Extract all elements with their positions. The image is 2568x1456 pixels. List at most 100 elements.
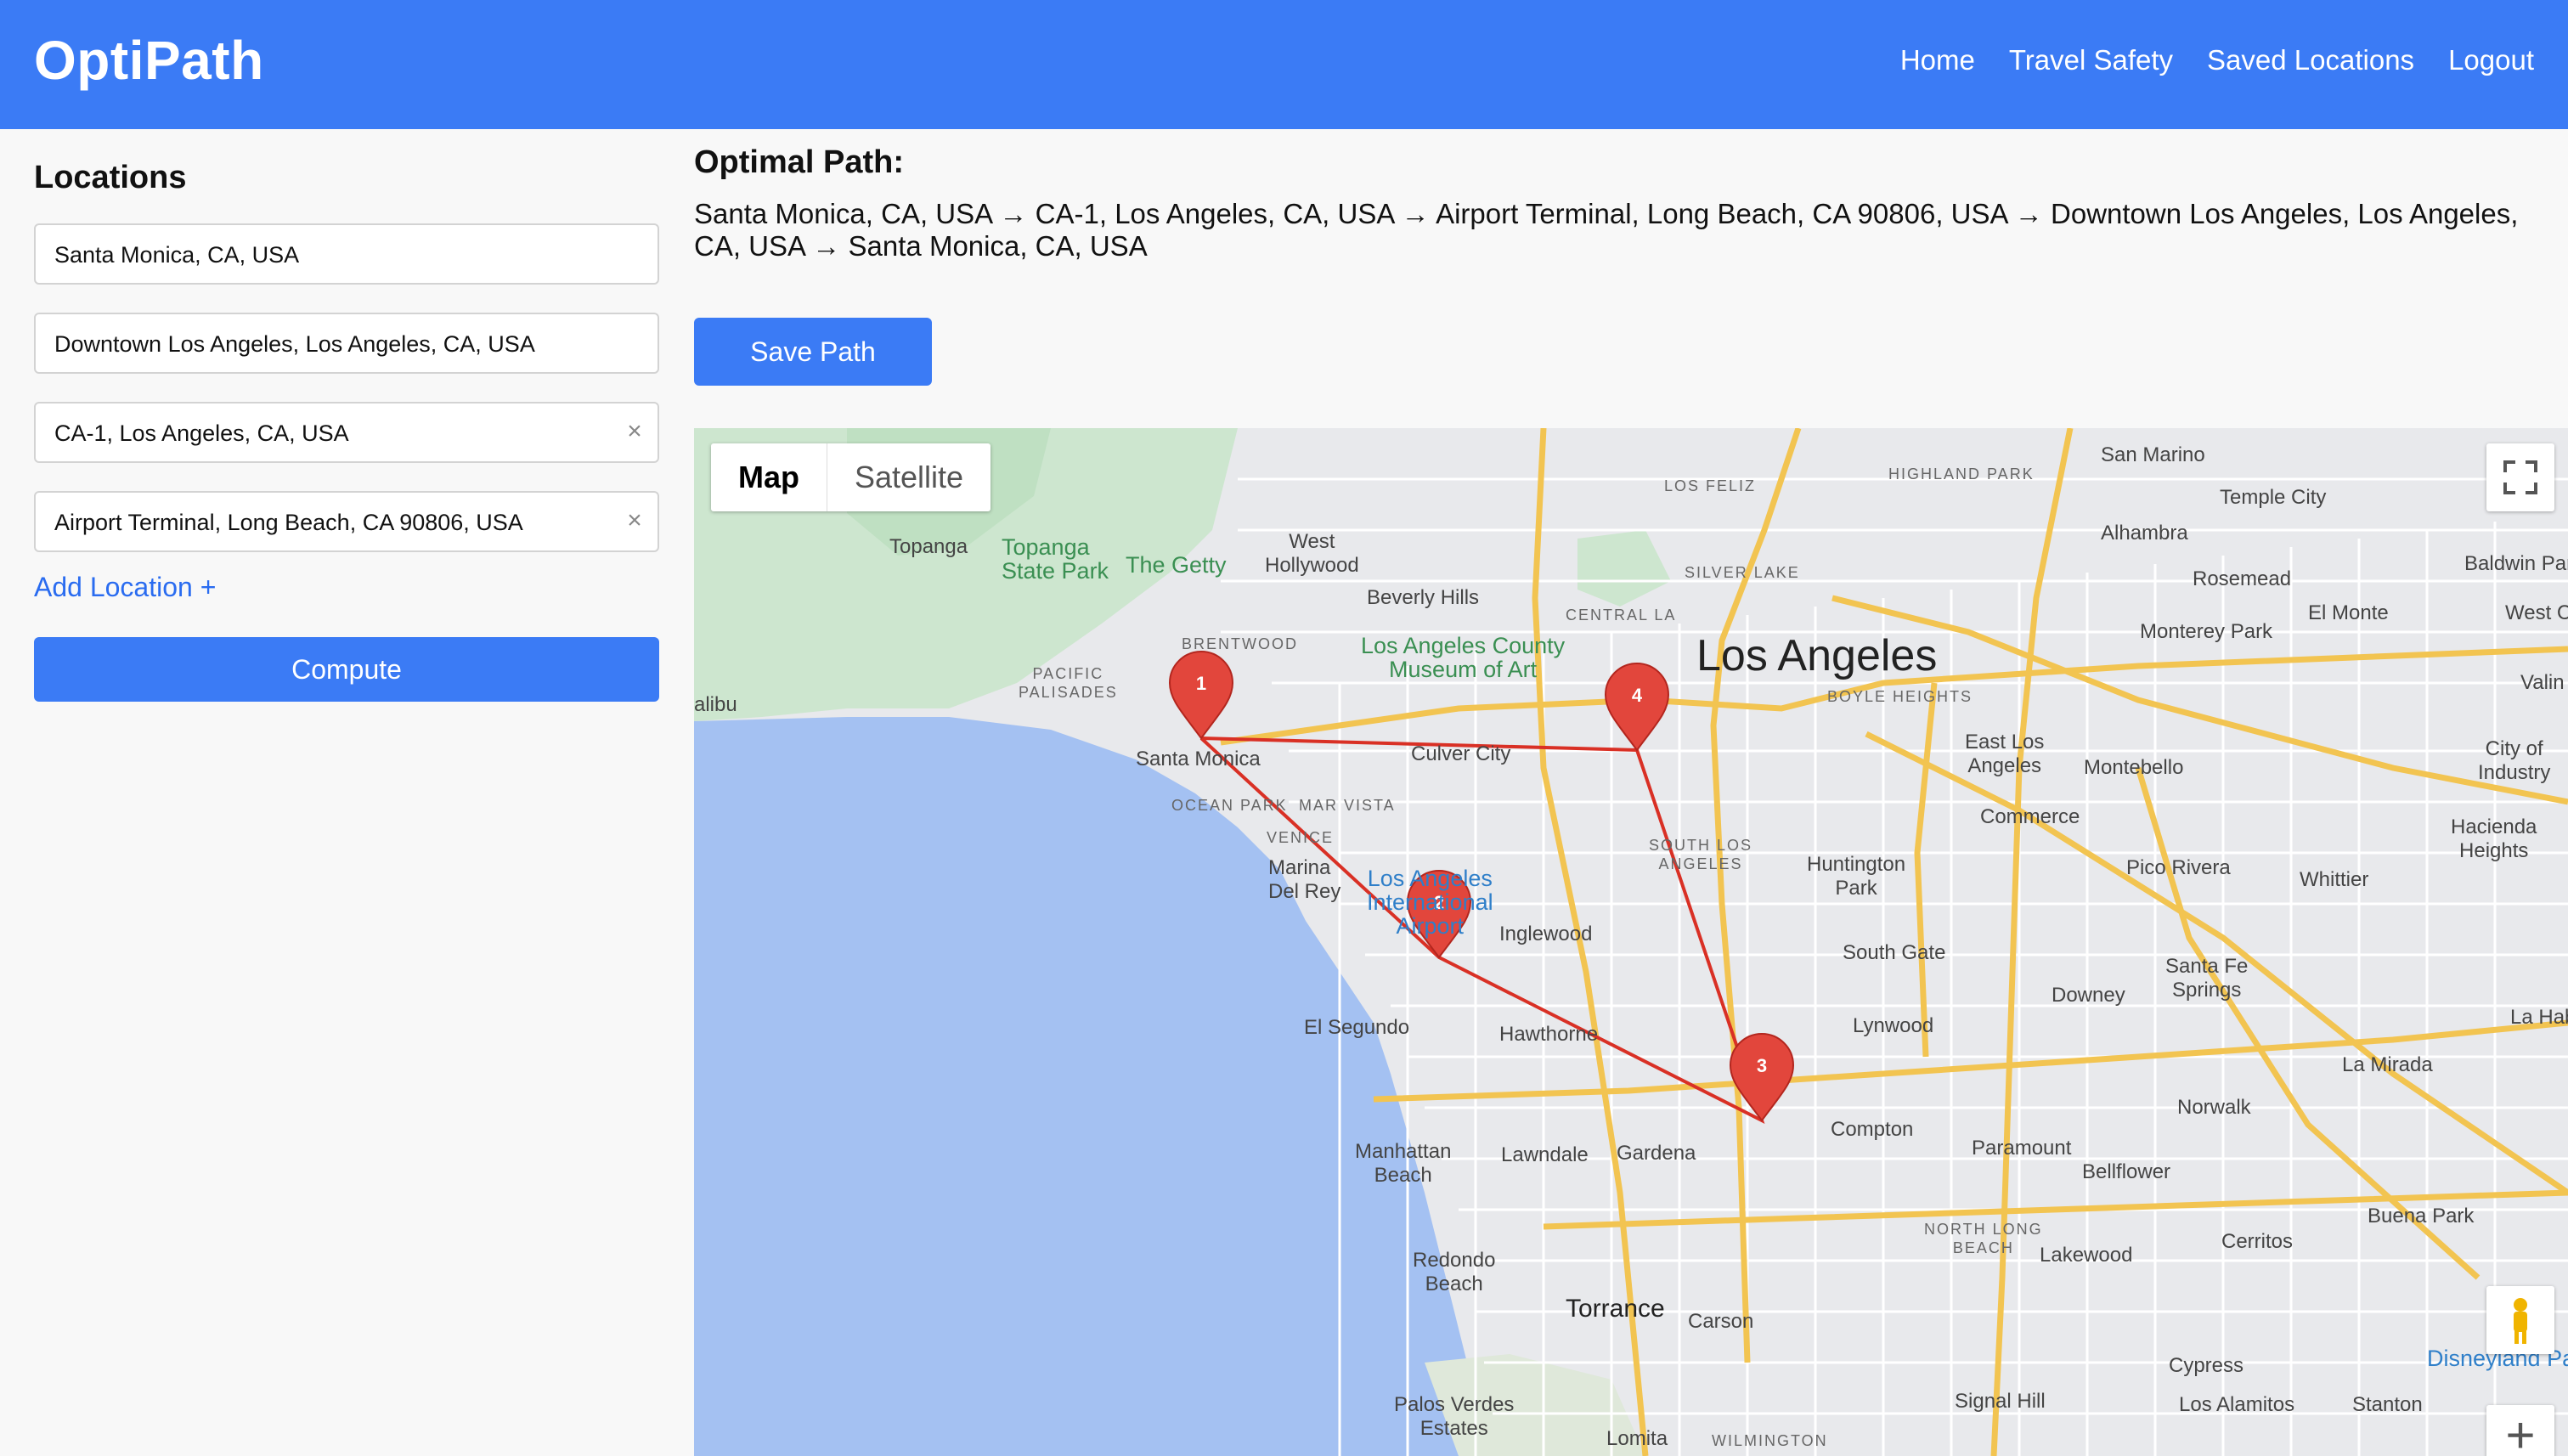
nav-home[interactable]: Home — [1900, 44, 1975, 76]
result-panel: Optimal Path: Santa Monica, CA, USA → CA… — [694, 144, 2568, 386]
map-type-map-button[interactable]: Map — [711, 443, 827, 511]
location-input-4[interactable] — [53, 493, 600, 552]
label-la-mirada: La Mirada — [2342, 1053, 2433, 1076]
location-field-3[interactable]: × — [34, 402, 659, 463]
label-highland-park: HIGHLAND PARK — [1888, 466, 2035, 483]
label-central-la: CENTRAL LA — [1566, 607, 1677, 624]
label-rosemead: Rosemead — [2193, 567, 2292, 590]
clear-location-3-icon[interactable]: × — [622, 419, 647, 444]
label-palos-verdes-estates: Palos Verdes Estates — [1394, 1393, 1515, 1440]
label-compton: Compton — [1831, 1118, 1914, 1141]
location-input-3[interactable] — [53, 404, 600, 463]
label-cypress: Cypress — [2169, 1354, 2244, 1377]
label-el-segundo: El Segundo — [1304, 1016, 1410, 1039]
label-malibu: alibu — [694, 693, 737, 716]
label-west-hollywood: West Hollywood — [1265, 530, 1359, 577]
label-inglewood: Inglewood — [1499, 923, 1593, 945]
label-carson: Carson — [1688, 1310, 1754, 1333]
label-el-monte: El Monte — [2308, 601, 2389, 624]
label-santa-fe-springs: Santa Fe Springs — [2165, 955, 2249, 1002]
label-city-of-industry: City of Industry — [2478, 737, 2551, 784]
label-topanga: Topanga — [889, 535, 968, 558]
label-los-feliz: LOS FELIZ — [1664, 477, 1757, 494]
label-temple-city: Temple City — [2220, 486, 2327, 509]
optimal-path-heading: Optimal Path: — [694, 144, 905, 180]
label-alhambra: Alhambra — [2101, 522, 2188, 545]
save-path-button[interactable]: Save Path — [694, 318, 932, 386]
label-beverly-hills: Beverly Hills — [1367, 586, 1480, 609]
label-los-angeles: Los Angeles — [1696, 631, 1938, 680]
optimal-path-text: Santa Monica, CA, USA → CA-1, Los Angele… — [694, 198, 2519, 262]
label-la-habra: La Hab — [2510, 1006, 2568, 1029]
nav-travel-safety[interactable]: Travel Safety — [2009, 44, 2173, 76]
route-map[interactable]: 1 2 3 4 Los Angeles Santa Monica Torranc… — [694, 428, 2568, 1456]
location-input-1[interactable] — [53, 225, 600, 285]
label-pico-rivera: Pico Rivera — [2126, 856, 2231, 879]
label-manhattan-beach: Manhattan Beach — [1355, 1140, 1452, 1187]
marker-1-label: 1 — [1196, 673, 1206, 694]
label-norwalk: Norwalk — [2177, 1096, 2251, 1119]
label-boyle-heights: BOYLE HEIGHTS — [1827, 688, 1973, 705]
label-brentwood: BRENTWOOD — [1182, 635, 1298, 652]
label-commerce: Commerce — [1980, 805, 2080, 828]
add-location-link[interactable]: Add Location + — [34, 572, 659, 603]
marker-3-label: 3 — [1757, 1055, 1767, 1076]
label-west-covina: West C — [2505, 601, 2568, 624]
nav-saved-locations[interactable]: Saved Locations — [2207, 44, 2414, 76]
label-whittier: Whittier — [2300, 868, 2369, 891]
label-hawthorne: Hawthorne — [1499, 1023, 1599, 1046]
compute-button[interactable]: Compute — [34, 637, 659, 702]
label-monterey-park: Monterey Park — [2140, 620, 2273, 643]
label-silver-lake: SILVER LAKE — [1685, 564, 1800, 581]
label-stanton: Stanton — [2352, 1393, 2423, 1416]
label-paramount: Paramount — [1972, 1137, 2072, 1160]
label-east-los-angeles: East Los Angeles — [1965, 731, 2045, 777]
locations-panel: Locations × × Add Location + Compute — [34, 160, 659, 702]
label-culver-city: Culver City — [1411, 742, 1511, 765]
nav-logout[interactable]: Logout — [2448, 44, 2534, 76]
label-lomita: Lomita — [1606, 1427, 1668, 1450]
label-cerritos: Cerritos — [2221, 1230, 2294, 1253]
label-ocean-park: OCEAN PARK — [1171, 797, 1288, 814]
label-redondo-beach: Redondo Beach — [1413, 1249, 1496, 1295]
label-mar-vista: MAR VISTA — [1299, 797, 1396, 814]
label-torrance: Torrance — [1566, 1295, 1665, 1323]
map-type-satellite-button[interactable]: Satellite — [827, 443, 991, 511]
location-field-1[interactable] — [34, 223, 659, 285]
label-bellflower: Bellflower — [2082, 1160, 2171, 1183]
label-south-gate: South Gate — [1843, 941, 1946, 964]
label-valinda: Valin — [2520, 671, 2565, 694]
pegman-icon — [2514, 1298, 2527, 1344]
fullscreen-button[interactable] — [2486, 443, 2554, 511]
label-the-getty: The Getty — [1126, 552, 1227, 578]
label-santa-monica: Santa Monica — [1136, 748, 1261, 770]
label-downey: Downey — [2052, 984, 2125, 1007]
label-baldwin-park: Baldwin Park — [2464, 552, 2568, 575]
location-input-2[interactable] — [53, 314, 600, 374]
label-marina-del-rey: Marina Del Rey — [1268, 856, 1341, 903]
label-south-los-angeles: SOUTH LOS ANGELES — [1649, 837, 1753, 872]
app-logo[interactable]: OptiPath — [34, 29, 264, 92]
label-north-long-beach: NORTH LONG BEACH — [1924, 1221, 2043, 1256]
label-buena-park: Buena Park — [2368, 1205, 2475, 1227]
locations-heading: Locations — [34, 160, 187, 195]
label-wilmington: WILMINGTON — [1712, 1432, 1828, 1449]
label-lacma: Los Angeles County Museum of Art — [1361, 633, 1566, 682]
label-hacienda-heights: Hacienda Heights — [2451, 815, 2537, 862]
fullscreen-icon — [2503, 460, 2537, 494]
location-field-2[interactable] — [34, 313, 659, 374]
zoom-in-button[interactable]: + — [2486, 1405, 2554, 1456]
label-pacific-palisades: PACIFIC PALISADES — [1019, 665, 1118, 701]
clear-location-4-icon[interactable]: × — [622, 508, 647, 533]
marker-4-label: 4 — [1632, 685, 1643, 706]
label-gardena: Gardena — [1617, 1142, 1696, 1165]
street-view-button[interactable] — [2486, 1286, 2554, 1354]
label-montebello: Montebello — [2084, 756, 2184, 779]
app-header: OptiPath Home Travel Safety Saved Locati… — [0, 0, 2568, 129]
label-lynwood: Lynwood — [1853, 1014, 1934, 1037]
label-lawndale: Lawndale — [1501, 1143, 1589, 1166]
label-venice: VENICE — [1267, 829, 1335, 846]
location-field-4[interactable]: × — [34, 491, 659, 552]
map-type-control: Map Satellite — [711, 443, 991, 511]
label-san-marino: San Marino — [2101, 443, 2205, 466]
